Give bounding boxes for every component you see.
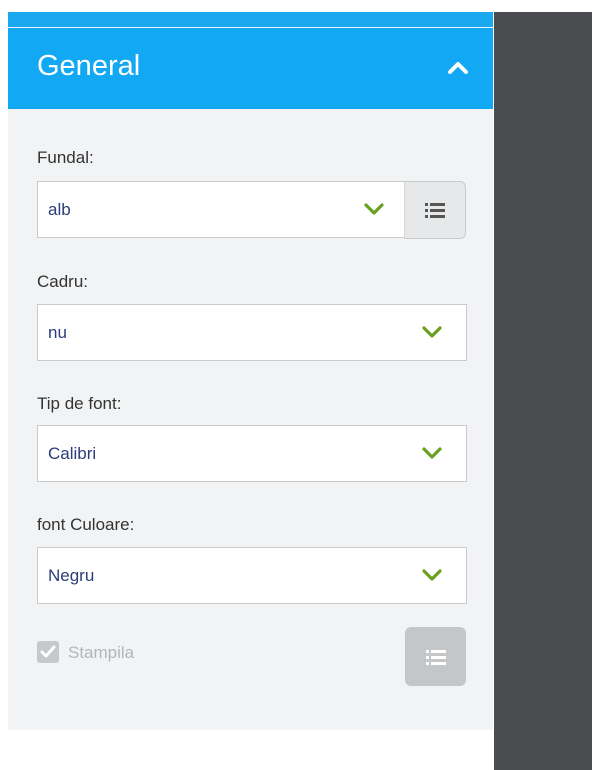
frame-label: Cadru:	[37, 272, 89, 291]
background-value: alb	[48, 200, 71, 219]
panel-top-strip	[8, 12, 493, 27]
font-color-value: Negru	[48, 566, 95, 585]
background-list-button[interactable]	[404, 181, 466, 239]
chevron-down-icon	[421, 445, 443, 461]
chevron-down-icon	[421, 567, 443, 583]
settings-panel	[8, 12, 493, 730]
stamp-list-button[interactable]	[405, 627, 466, 686]
general-section-header[interactable]: General	[8, 28, 493, 109]
frame-select[interactable]: nu	[37, 304, 467, 361]
background-select[interactable]: alb	[37, 181, 405, 238]
stamp-checkbox[interactable]	[37, 641, 59, 663]
chevron-down-icon	[363, 201, 385, 217]
right-dark-pane	[494, 12, 592, 770]
chevron-down-icon	[421, 324, 443, 340]
font-color-label: font Culoare:	[37, 515, 135, 534]
font-type-label: Tip de font:	[37, 394, 122, 413]
chevron-up-icon[interactable]	[445, 55, 471, 81]
background-label: Fundal:	[37, 148, 94, 167]
font-color-select[interactable]: Negru	[37, 547, 467, 604]
section-title: General	[37, 50, 141, 82]
font-type-select[interactable]: Calibri	[37, 425, 467, 482]
stamp-label: Stampila	[68, 643, 135, 662]
font-type-value: Calibri	[48, 444, 97, 463]
frame-value: nu	[48, 323, 67, 342]
